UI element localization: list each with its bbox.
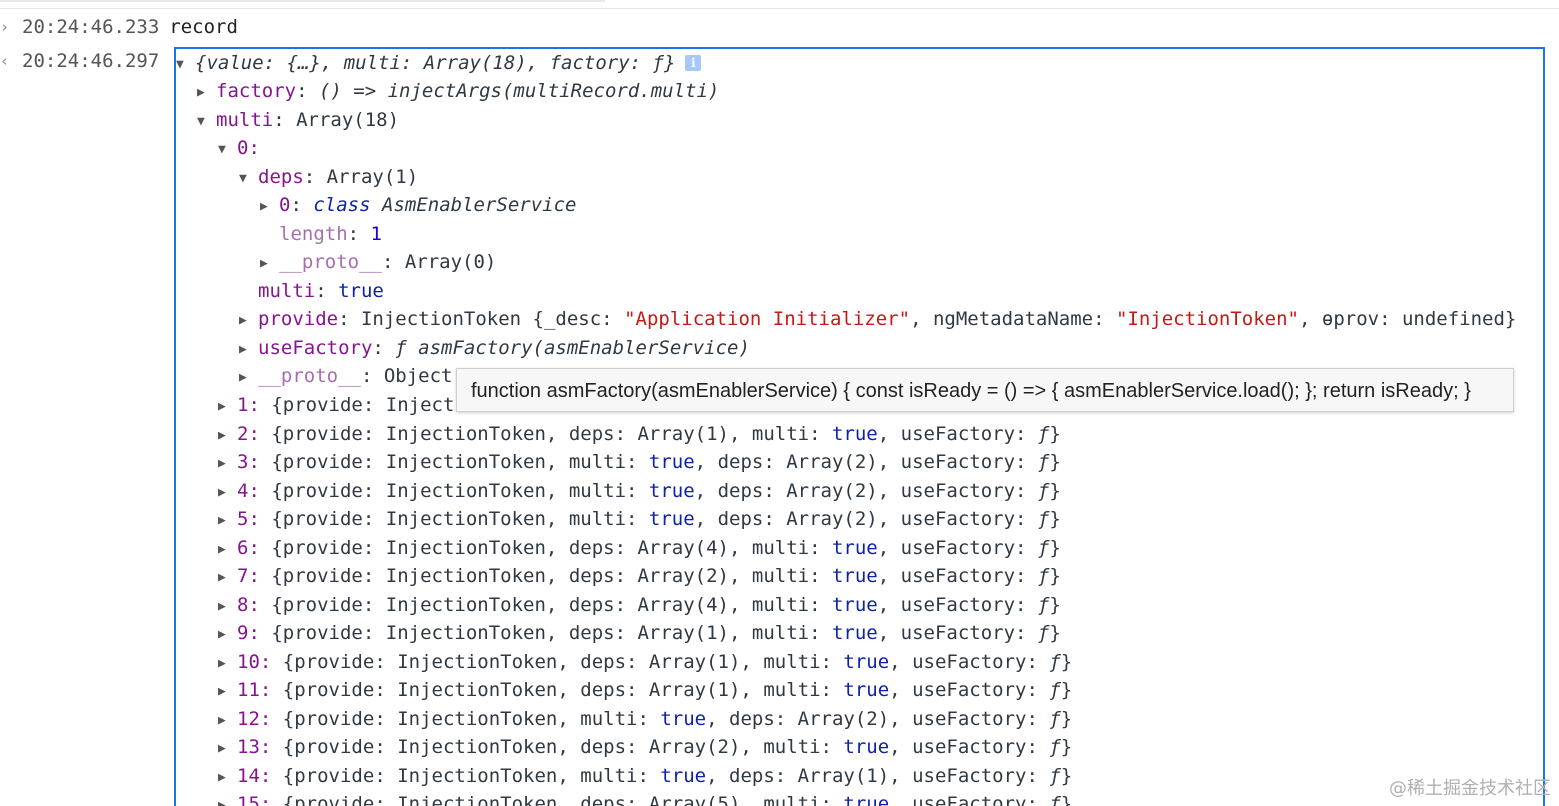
collapsed-triangle-icon[interactable]: ▶ (239, 364, 258, 392)
expanded-triangle-icon[interactable]: ▼ (218, 136, 237, 164)
collapsed-triangle-icon[interactable]: ▶ (218, 707, 237, 735)
array-item[interactable]: ▶ 7: {provide: InjectionToken, deps: Arra… (218, 562, 1061, 590)
collapsed-triangle-icon[interactable]: ▶ (239, 307, 258, 335)
info-icon[interactable]: i (685, 55, 702, 71)
return-arrow-icon: ‹ (0, 52, 10, 70)
console-entry[interactable]: › 20:24:46.233 record (0, 13, 238, 41)
function-tooltip: function asmFactory(asmEnablerService) {… (456, 368, 1514, 412)
collapsed-triangle-icon[interactable]: ▶ (218, 650, 237, 678)
chevron-right-icon: › (0, 18, 10, 36)
collapsed-triangle-icon[interactable]: ▶ (218, 735, 237, 763)
log-message: record (169, 16, 238, 38)
array-item-0[interactable]: ▼ 0: (218, 134, 260, 162)
property-multi[interactable]: ▼ multi: Array(18) (197, 106, 399, 134)
array-item[interactable]: ▶ 15: {provide: InjectionToken, deps: Arr… (218, 790, 1072, 806)
array-item[interactable]: ▶ 10: {provide: InjectionToken, deps: Arr… (218, 648, 1072, 676)
array-item[interactable]: ▶ 13: {provide: InjectionToken, deps: Arr… (218, 733, 1072, 761)
property-length[interactable]: length: 1 (260, 220, 382, 248)
collapsed-triangle-icon[interactable]: ▶ (218, 479, 237, 507)
deps-item-0[interactable]: ▶ 0: class AsmEnablerService (260, 191, 576, 219)
collapsed-triangle-icon[interactable]: ▶ (197, 79, 216, 107)
expanded-triangle-icon[interactable]: ▼ (239, 165, 258, 193)
console-entry[interactable]: ‹ 20:24:46.297 (0, 47, 169, 75)
array-item[interactable]: ▶ 4: {provide: InjectionToken, multi: tru… (218, 477, 1061, 505)
collapsed-triangle-icon[interactable]: ▶ (218, 764, 237, 792)
collapsed-triangle-icon[interactable]: ▶ (218, 678, 237, 706)
collapsed-triangle-icon[interactable]: ▶ (218, 621, 237, 649)
collapsed-triangle-icon[interactable]: ▶ (218, 422, 237, 450)
object-inspector[interactable]: ▼ {value: {…}, multi: Array(18), factory:… (174, 47, 1545, 806)
collapsed-triangle-icon[interactable]: ▶ (218, 792, 237, 806)
array-item[interactable]: ▶ 1: {provide: Inject (218, 391, 454, 419)
array-item[interactable]: ▶ 9: {provide: InjectionToken, deps: Arra… (218, 619, 1061, 647)
property-factory[interactable]: ▶ factory: () => injectArgs(multiRecord.m… (197, 77, 719, 105)
timestamp: 20:24:46.233 (22, 16, 160, 38)
property-proto[interactable]: ▶ __proto__: Array(0) (260, 248, 496, 276)
array-item[interactable]: ▶ 11: {provide: InjectionToken, deps: Arr… (218, 676, 1072, 704)
array-item[interactable]: ▶ 3: {provide: InjectionToken, multi: tru… (218, 448, 1061, 476)
object-summary[interactable]: ▼ {value: {…}, multi: Array(18), factory:… (176, 49, 702, 79)
collapsed-triangle-icon[interactable]: ▶ (218, 564, 237, 592)
expanded-triangle-icon[interactable]: ▼ (197, 108, 216, 136)
property-proto-object[interactable]: ▶ __proto__: Object (239, 362, 452, 390)
property-usefactory[interactable]: ▶ useFactory: ƒ asmFactory(asmEnablerServ… (239, 334, 750, 362)
collapsed-triangle-icon[interactable]: ▶ (260, 250, 279, 278)
collapsed-triangle-icon[interactable]: ▶ (218, 393, 237, 421)
property-multi-flag[interactable]: multi: true (239, 277, 384, 305)
collapsed-triangle-icon[interactable]: ▶ (218, 507, 237, 535)
collapsed-triangle-icon[interactable]: ▶ (260, 193, 279, 221)
array-item[interactable]: ▶ 6: {provide: InjectionToken, deps: Arra… (218, 534, 1061, 562)
array-item[interactable]: ▶ 12: {provide: InjectionToken, multi: tr… (218, 705, 1072, 733)
collapsed-triangle-icon[interactable]: ▶ (218, 536, 237, 564)
top-divider (0, 0, 1559, 9)
timestamp: 20:24:46.297 (22, 50, 160, 72)
collapsed-triangle-icon[interactable]: ▶ (239, 336, 258, 364)
array-item[interactable]: ▶ 8: {provide: InjectionToken, deps: Arra… (218, 591, 1061, 619)
expanded-triangle-icon[interactable]: ▼ (176, 51, 195, 79)
array-item[interactable]: ▶ 2: {provide: InjectionToken, deps: Arra… (218, 420, 1061, 448)
property-provide[interactable]: ▶ provide: InjectionToken {_desc: "Applic… (239, 305, 1516, 333)
collapsed-triangle-icon[interactable]: ▶ (218, 450, 237, 478)
collapsed-triangle-icon[interactable]: ▶ (218, 593, 237, 621)
array-item[interactable]: ▶ 14: {provide: InjectionToken, multi: tr… (218, 762, 1072, 790)
watermark: @稀土掘金技术社区 (1389, 778, 1551, 799)
property-deps[interactable]: ▼ deps: Array(1) (239, 163, 418, 191)
array-item[interactable]: ▶ 5: {provide: InjectionToken, multi: tru… (218, 505, 1061, 533)
